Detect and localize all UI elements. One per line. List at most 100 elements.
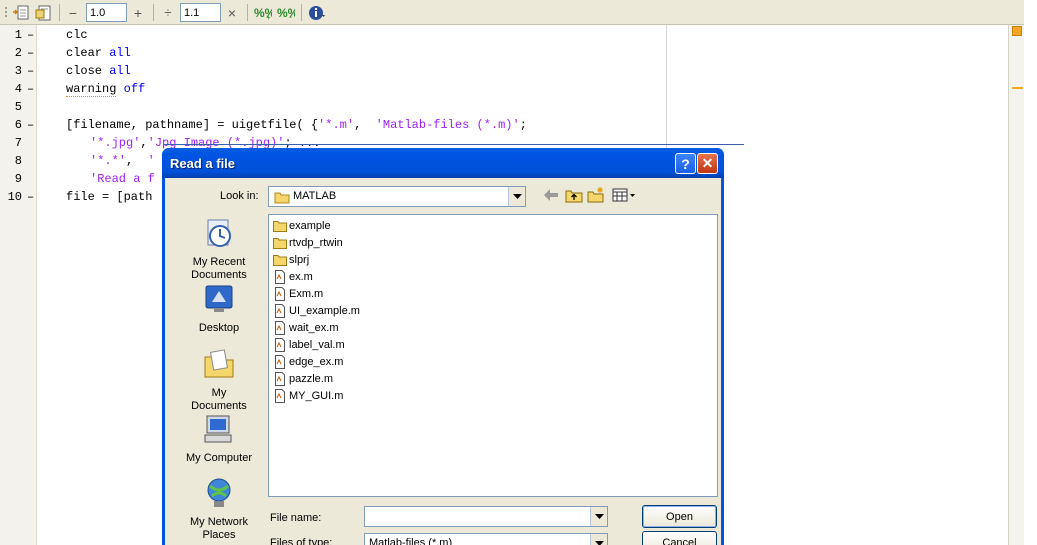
folder-icon bbox=[273, 237, 287, 249]
close-button[interactable]: ✕ bbox=[697, 153, 718, 174]
code-line[interactable]: file = [path bbox=[66, 188, 152, 206]
list-item[interactable]: label_val.m bbox=[273, 336, 345, 353]
m-file-icon bbox=[275, 269, 285, 284]
svg-text:-: - bbox=[289, 12, 292, 21]
code-line[interactable]: clear all bbox=[66, 44, 131, 62]
multiply-button[interactable]: × bbox=[225, 3, 239, 22]
breakpoint-dash[interactable]: – bbox=[27, 26, 34, 44]
view-menu-icon[interactable] bbox=[611, 187, 637, 203]
code-line[interactable]: warning off bbox=[66, 80, 145, 98]
string-token: 'Read a f bbox=[90, 172, 155, 186]
list-item[interactable]: edge_ex.m bbox=[273, 353, 343, 370]
m-file-icon bbox=[275, 320, 285, 335]
code-token: file = [path bbox=[66, 190, 153, 204]
folder-icon bbox=[273, 254, 287, 266]
increment-button[interactable]: + bbox=[131, 3, 145, 22]
place-label: My Computer bbox=[185, 452, 253, 464]
window-margin bbox=[1024, 0, 1037, 545]
network-places-icon bbox=[207, 478, 231, 507]
files-of-type-dropdown[interactable]: Matlab-files (*.m) bbox=[364, 533, 608, 545]
breakpoint-dash[interactable]: – bbox=[27, 116, 34, 134]
list-item[interactable]: pazzle.m bbox=[273, 370, 333, 387]
place-label: My Recent Documents bbox=[191, 256, 247, 281]
scale-value-input[interactable] bbox=[180, 3, 221, 22]
place-recent-documents[interactable]: My Recent Documents bbox=[185, 216, 253, 282]
file-name: edge_ex.m bbox=[289, 355, 344, 368]
list-item[interactable]: slprj bbox=[273, 251, 309, 268]
open-button[interactable]: Open bbox=[642, 505, 717, 528]
string-token: 'Matlab-files (*.m)' bbox=[375, 118, 520, 132]
increment-value-input[interactable] bbox=[86, 3, 127, 22]
insert-cell-break-icon[interactable] bbox=[11, 3, 31, 22]
list-item[interactable]: rtvdp_rtwin bbox=[273, 234, 343, 251]
string-token: '*.m' bbox=[318, 118, 355, 132]
list-item[interactable]: ex.m bbox=[273, 268, 313, 285]
code-token: clear bbox=[66, 46, 110, 60]
line-number: 1 bbox=[14, 28, 22, 42]
recent-documents-icon bbox=[207, 219, 231, 247]
divide-button[interactable]: ÷ bbox=[161, 3, 175, 22]
code-token: clc bbox=[66, 28, 88, 42]
place-my-computer[interactable]: My Computer bbox=[185, 412, 253, 465]
cell-percent-minus-icon[interactable]: %%- bbox=[276, 3, 296, 22]
read-file-dialog: Read a file ? ✕ Look in: MATLAB My Recen… bbox=[162, 148, 724, 545]
breakpoint-dash[interactable]: – bbox=[27, 62, 34, 80]
analyzer-status-indicator[interactable] bbox=[1012, 26, 1022, 36]
warning-underlined-token: warning bbox=[66, 82, 117, 97]
list-item[interactable]: MY_GUI.m bbox=[273, 387, 343, 404]
list-item[interactable]: wait_ex.m bbox=[273, 319, 339, 336]
cell-percent-plus-icon[interactable]: %%+ bbox=[253, 3, 273, 22]
code-token: [filename, pathname] = uigetfile( { bbox=[66, 118, 319, 132]
place-network-places[interactable]: My Network Places bbox=[185, 476, 253, 542]
m-file-icon bbox=[275, 337, 285, 352]
code-line[interactable]: 'Read a f bbox=[90, 170, 155, 188]
code-line[interactable]: '*.*', ' bbox=[90, 152, 155, 170]
list-item[interactable]: UI_example.m bbox=[273, 302, 360, 319]
files-of-type-label: Files of type: bbox=[270, 537, 333, 545]
line-number: 5 bbox=[14, 100, 22, 114]
m-file-icon bbox=[275, 388, 285, 403]
breakpoint-dash[interactable]: – bbox=[27, 44, 34, 62]
code-line[interactable]: clc bbox=[66, 26, 88, 44]
file-name: MY_GUI.m bbox=[289, 389, 344, 402]
file-name: example bbox=[289, 219, 331, 232]
breakpoint-dash[interactable]: – bbox=[27, 188, 34, 206]
dialog-title: Read a file bbox=[170, 156, 236, 171]
dialog-title-bar[interactable]: Read a file ? ✕ bbox=[162, 148, 724, 178]
file-name: slprj bbox=[289, 253, 310, 266]
code-line[interactable]: close all bbox=[66, 62, 131, 80]
keyword-token: off bbox=[116, 82, 146, 96]
place-my-documents[interactable]: My Documents bbox=[185, 347, 253, 413]
info-icon[interactable] bbox=[307, 3, 327, 22]
evaluate-cell-icon[interactable] bbox=[33, 3, 53, 22]
analyzer-warning-marker[interactable] bbox=[1012, 87, 1023, 89]
file-list[interactable]: example rtvdp_rtwin slprj ex.m Exm.m UI_… bbox=[268, 214, 718, 497]
line-number: 3 bbox=[14, 64, 22, 78]
back-arrow-icon[interactable] bbox=[543, 187, 559, 203]
chevron-down-icon[interactable] bbox=[508, 187, 525, 206]
files-of-type-value: Matlab-files (*.m) bbox=[369, 537, 453, 545]
code-token: , bbox=[126, 154, 148, 168]
breakpoint-dash[interactable]: – bbox=[27, 80, 34, 98]
list-item[interactable]: example bbox=[273, 217, 331, 234]
place-label: My Documents bbox=[191, 387, 247, 412]
decrement-button[interactable]: − bbox=[66, 3, 80, 22]
new-folder-icon[interactable] bbox=[587, 187, 605, 203]
chevron-down-icon[interactable] bbox=[590, 507, 607, 526]
file-name-field[interactable] bbox=[364, 506, 608, 527]
cancel-button[interactable]: Cancel bbox=[642, 531, 717, 545]
look-in-dropdown[interactable]: MATLAB bbox=[268, 186, 526, 207]
list-item[interactable]: Exm.m bbox=[273, 285, 323, 302]
help-button[interactable]: ? bbox=[675, 153, 696, 174]
code-analyzer-bar[interactable] bbox=[1008, 25, 1024, 545]
file-name: rtvdp_rtwin bbox=[289, 236, 343, 249]
up-folder-icon[interactable] bbox=[565, 187, 583, 203]
file-name-label: File name: bbox=[270, 512, 322, 524]
chevron-down-icon[interactable] bbox=[590, 534, 607, 545]
my-computer-icon bbox=[204, 415, 232, 443]
string-token: '*.*' bbox=[90, 154, 127, 168]
file-name: UI_example.m bbox=[289, 304, 360, 317]
keyword-token: all bbox=[109, 46, 131, 60]
place-desktop[interactable]: Desktop bbox=[185, 282, 253, 335]
code-line[interactable]: [filename, pathname] = uigetfile( {'*.m'… bbox=[66, 116, 527, 134]
